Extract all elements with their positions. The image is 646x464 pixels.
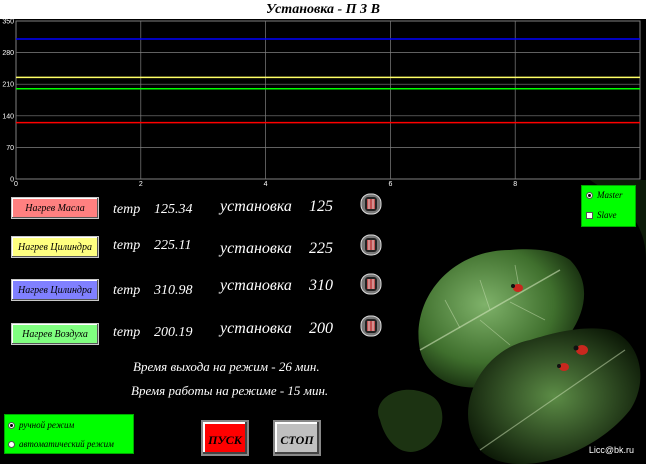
work-time-text: Время работы на режиме - 15 мин. [131, 383, 329, 398]
setpoint-value: 125 [309, 198, 333, 215]
manual-mode-option[interactable]: ручной режим [8, 420, 74, 430]
temperature-chart: 0246810070140210280350 [2, 19, 644, 187]
window-title: Установка - П З В [0, 0, 646, 19]
stop-button[interactable]: СТОП [273, 420, 321, 456]
setpoint-value: 310 [309, 277, 333, 294]
master-slave-group: Master Slave [581, 185, 636, 227]
manual-mode-radio[interactable] [8, 422, 15, 430]
heat-cylinder-button[interactable]: Нагрев Цилиндра [11, 236, 99, 258]
heat-air-button[interactable]: Нагрев Воздуха [11, 323, 99, 345]
setpoint-value: 225 [309, 240, 333, 257]
heater-knob-icon[interactable] [359, 232, 383, 258]
temp-label: temp [113, 238, 141, 253]
auto-mode-label: автоматический режим [19, 439, 114, 449]
slave-label: Slave [597, 210, 617, 220]
exit-time-text: Время выхода на режим - 26 мин. [133, 359, 320, 374]
manual-mode-label: ручной режим [19, 420, 75, 430]
x-tick-label: 2 [139, 181, 143, 187]
temp-label: temp [113, 283, 141, 298]
y-tick-label: 0 [10, 177, 14, 184]
temp-label: temp [113, 202, 141, 217]
slave-checkbox[interactable] [586, 212, 593, 220]
heater-knob-icon[interactable] [359, 191, 383, 217]
setpoint-label: установка [220, 198, 292, 215]
plot-area [15, 20, 641, 180]
auto-mode-radio[interactable] [8, 441, 15, 449]
y-tick-label: 280 [2, 50, 14, 57]
setpoint-value: 200 [309, 320, 333, 337]
heat-cylinder-2-button[interactable]: Нагрев Цилиндра [11, 279, 99, 301]
mode-group: ручной режим автоматический режим [4, 414, 134, 454]
y-tick-label: 70 [6, 145, 14, 152]
auto-mode-option[interactable]: автоматический режим [8, 439, 114, 449]
setpoint-label: установка [220, 320, 292, 337]
temp-value: 310.98 [154, 283, 193, 298]
temp-value: 225.11 [154, 238, 192, 253]
start-button[interactable]: ПУСК [201, 420, 249, 456]
heater-knob-icon[interactable] [359, 271, 383, 297]
heater-knob-icon[interactable] [359, 313, 383, 339]
slave-option[interactable]: Slave [586, 210, 617, 220]
master-radio[interactable] [586, 192, 593, 200]
x-tick-label: 0 [14, 181, 18, 187]
y-tick-label: 350 [2, 19, 14, 26]
x-tick-label: 4 [264, 181, 268, 187]
temp-value: 125.34 [154, 202, 193, 217]
temp-label: temp [113, 325, 141, 340]
master-label: Master [597, 190, 623, 200]
credit-email: Licc@bk.ru [588, 445, 634, 455]
y-tick-label: 210 [2, 82, 14, 89]
setpoint-label: установка [220, 277, 292, 294]
master-option[interactable]: Master [586, 190, 623, 200]
setpoint-label: установка [220, 240, 292, 257]
y-tick-label: 140 [2, 113, 14, 120]
heat-oil-button[interactable]: Нагрев Масла [11, 197, 99, 219]
temp-value: 200.19 [154, 325, 193, 340]
